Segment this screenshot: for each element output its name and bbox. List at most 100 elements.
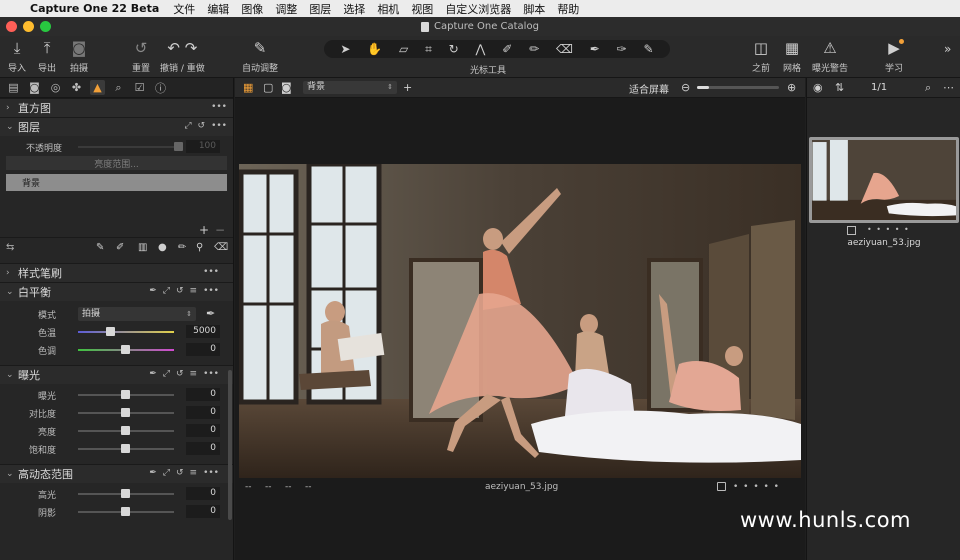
remove-layer-icon[interactable]: − <box>215 223 225 237</box>
luma-range-button[interactable]: 亮度范围... <box>6 156 227 170</box>
zoom-out-icon[interactable]: ⊖ <box>681 81 690 94</box>
pan-hand-icon[interactable]: ✋ <box>367 42 382 56</box>
expand-icon[interactable]: ⤢ <box>163 286 170 296</box>
shadows-value[interactable]: 0 <box>186 505 220 518</box>
select-cursor-icon[interactable]: ➤ <box>340 42 350 56</box>
layer-select-dropdown[interactable]: 背景 ⇕ <box>303 81 397 94</box>
menu-scripts[interactable]: 脚本 <box>523 1 545 17</box>
thumb-select-checkbox[interactable] <box>847 226 856 235</box>
contrast-slider-knob[interactable] <box>121 408 130 417</box>
opacity-slider[interactable] <box>78 142 183 151</box>
swap-icon[interactable]: ⇆ <box>6 242 14 253</box>
list-icon[interactable]: ≡ <box>190 369 198 379</box>
main-photo[interactable] <box>239 164 801 478</box>
highlights-value[interactable]: 0 <box>186 487 220 500</box>
color-tab-icon[interactable]: ✤ <box>69 80 84 95</box>
undo-redo-button[interactable]: ↶ ↷ 撤销 / 重做 <box>160 39 205 74</box>
reset-icon[interactable]: ↺ <box>176 468 184 478</box>
thumbnail-card[interactable] <box>809 137 959 223</box>
wb-mode-dropdown[interactable]: 拍摄 ⇕ <box>78 307 196 321</box>
menu-view[interactable]: 视图 <box>411 1 433 17</box>
color-picker-icon[interactable]: ✒ <box>590 42 600 56</box>
radial-gradient-icon[interactable]: ● <box>158 242 167 253</box>
browser-menu-icon[interactable]: ⋯ <box>943 81 954 94</box>
menu-edit[interactable]: 编辑 <box>207 1 229 17</box>
thumb-rating-dots[interactable]: • • • • • <box>867 225 910 234</box>
minimize-window-button[interactable] <box>23 21 34 32</box>
toolbar-overflow-icon[interactable]: » <box>944 42 951 56</box>
grid-button[interactable]: ▦ 网格 <box>783 39 801 74</box>
details-tab-icon[interactable]: ⌕ <box>111 80 126 95</box>
reset-icon[interactable]: ↺ <box>198 121 206 131</box>
library-tab-icon[interactable]: ▤ <box>6 80 21 95</box>
saturation-slider[interactable] <box>78 444 174 453</box>
opacity-value[interactable]: 100 <box>186 140 220 153</box>
capture-tab-icon[interactable]: ◙ <box>27 80 42 95</box>
zoom-in-icon[interactable]: ⊕ <box>787 81 796 94</box>
heal-brush-icon[interactable]: ✏ <box>178 242 186 253</box>
learn-button[interactable]: ▶ 学习 <box>885 39 904 74</box>
brush-icon[interactable]: ✏ <box>529 42 539 56</box>
select-checkbox[interactable] <box>717 482 726 491</box>
more-options-icon[interactable]: ••• <box>203 267 219 277</box>
wb-tint-slider[interactable] <box>78 345 174 354</box>
gradient-mask-icon[interactable]: ✑ <box>617 42 627 56</box>
exposure-slider[interactable] <box>78 390 174 399</box>
multi-view-icon[interactable]: ▦ <box>243 81 253 94</box>
annotate-icon[interactable]: ✎ <box>643 42 653 56</box>
crop-icon[interactable]: ⌗ <box>425 42 432 57</box>
wb-tint-slider-knob[interactable] <box>121 345 130 354</box>
histogram-section-header[interactable]: › 直方图 ••• <box>0 98 233 117</box>
erase-mask-icon[interactable]: ⌫ <box>214 242 228 253</box>
picker-icon[interactable]: ✒ <box>149 468 157 478</box>
eyedropper-icon[interactable]: ✒ <box>206 307 215 320</box>
brightness-value[interactable]: 0 <box>186 424 220 437</box>
menu-camera[interactable]: 相机 <box>377 1 399 17</box>
fit-to-screen-label[interactable]: 适合屏幕 <box>629 81 669 96</box>
auto-adjust-button[interactable]: ✎ 自动调整 <box>242 39 278 74</box>
reset-button[interactable]: ↺ 重置 <box>132 39 150 74</box>
left-panel-scrollbar[interactable] <box>228 370 232 520</box>
eraser-icon[interactable]: ⌫ <box>556 42 573 56</box>
wb-temp-value[interactable]: 5000 <box>186 325 220 338</box>
brightness-slider-knob[interactable] <box>121 426 130 435</box>
opacity-slider-knob[interactable] <box>174 142 183 151</box>
reset-icon[interactable]: ↺ <box>176 286 184 296</box>
spot-removal-icon[interactable]: ✐ <box>502 42 512 56</box>
menu-file[interactable]: 文件 <box>173 1 195 17</box>
close-window-button[interactable] <box>6 21 17 32</box>
saturation-value[interactable]: 0 <box>186 442 220 455</box>
wb-tint-value[interactable]: 0 <box>186 343 220 356</box>
style-brushes-section-header[interactable]: › 样式笔刷 ••• <box>0 263 233 282</box>
white-balance-section-header[interactable]: ⌄ 白平衡 ✒ ⤢ ↺ ≡ ••• <box>0 282 233 301</box>
eye-icon[interactable]: ◉ <box>813 81 823 94</box>
contrast-slider[interactable] <box>78 408 174 417</box>
layers-section-header[interactable]: ⌄ 图层 ⤢ ↺ ••• <box>0 117 233 136</box>
hdr-section-header[interactable]: ⌄ 高动态范围 ✒ ⤢ ↺ ≡ ••• <box>0 464 233 483</box>
picker-icon[interactable]: ✒ <box>149 369 157 379</box>
add-icon[interactable]: + <box>403 81 412 94</box>
shadows-slider-knob[interactable] <box>121 507 130 516</box>
more-options-icon[interactable]: ••• <box>203 468 219 478</box>
exposure-warning-button[interactable]: ⚠ 曝光警告 <box>812 39 848 74</box>
single-view-icon[interactable]: ▢ <box>263 81 273 94</box>
add-layer-icon[interactable]: + <box>199 223 209 237</box>
adjustments-tab-icon[interactable]: ☑ <box>132 80 147 95</box>
more-options-icon[interactable]: ••• <box>211 121 227 131</box>
exposure-section-header[interactable]: ⌄ 曝光 ✒ ⤢ ↺ ≡ ••• <box>0 365 233 384</box>
app-menu[interactable]: Capture One 22 Beta <box>30 2 159 15</box>
expand-icon[interactable]: ⤢ <box>163 369 170 379</box>
expand-icon[interactable]: ⤢ <box>184 121 191 131</box>
picker-icon[interactable]: ✒ <box>149 286 157 296</box>
exposure-slider-knob[interactable] <box>121 390 130 399</box>
sort-icon[interactable]: ⇅ <box>835 81 844 94</box>
saturation-slider-knob[interactable] <box>121 444 130 453</box>
before-button[interactable]: ◫ 之前 <box>752 39 770 74</box>
reset-icon[interactable]: ↺ <box>176 369 184 379</box>
exposure-tab-icon[interactable]: ▲ <box>90 80 105 95</box>
capture-button[interactable]: ◙ 拍摄 <box>70 39 88 74</box>
rotate-crop-icon[interactable]: ▱ <box>399 42 408 56</box>
more-options-icon[interactable]: ••• <box>203 369 219 379</box>
brightness-slider[interactable] <box>78 426 174 435</box>
magic-brush-icon[interactable]: ✐ <box>116 242 124 253</box>
